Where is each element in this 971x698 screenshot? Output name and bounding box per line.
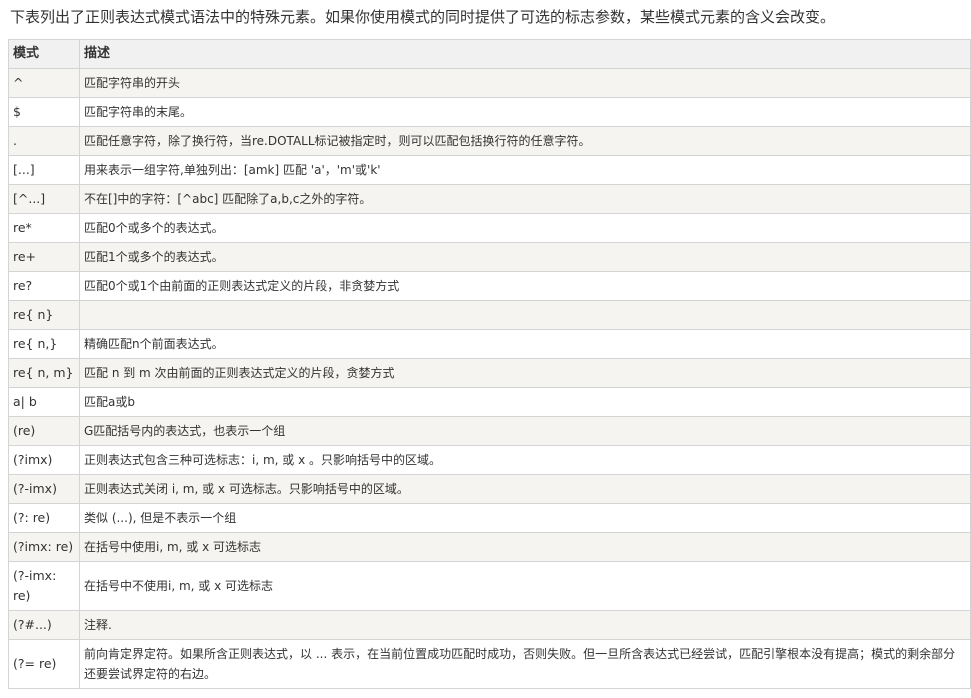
pattern-cell: [^...]: [8, 184, 80, 214]
table-row: ^ 匹配字符串的开头: [8, 68, 971, 98]
description-cell: 精确匹配n个前面表达式。: [79, 329, 971, 359]
table-row: re* 匹配0个或多个的表达式。: [8, 213, 971, 243]
description-cell: 匹配字符串的开头: [79, 68, 971, 98]
table-row: re? 匹配0个或1个由前面的正则表达式定义的片段，非贪婪方式: [8, 271, 971, 301]
description-cell: 匹配a或b: [79, 387, 971, 417]
pattern-cell: re{ n, m}: [8, 358, 80, 388]
pattern-cell: (?: re): [8, 503, 80, 533]
pattern-cell: re+: [8, 242, 80, 272]
header-description: 描述: [79, 39, 971, 69]
pattern-cell: re*: [8, 213, 80, 243]
description-cell: 正则表达式关闭 i, m, 或 x 可选标志。只影响括号中的区域。: [79, 474, 971, 504]
pattern-cell: (re): [8, 416, 80, 446]
pattern-cell: [...]: [8, 155, 80, 185]
pattern-cell: (?imx: re): [8, 532, 80, 562]
description-cell: 在括号中使用i, m, 或 x 可选标志: [79, 532, 971, 562]
description-cell: 在括号中不使用i, m, 或 x 可选标志: [79, 561, 971, 611]
description-cell: 用来表示一组字符,单独列出：[amk] 匹配 'a'，'m'或'k': [79, 155, 971, 185]
table-row: $ 匹配字符串的末尾。: [8, 97, 971, 127]
table-row: (?#...) 注释.: [8, 610, 971, 640]
description-cell: 类似 (...), 但是不表示一个组: [79, 503, 971, 533]
pattern-cell: (?-imx): [8, 474, 80, 504]
description-cell: G匹配括号内的表达式，也表示一个组: [79, 416, 971, 446]
table-row: re{ n, m} 匹配 n 到 m 次由前面的正则表达式定义的片段，贪婪方式: [8, 358, 971, 388]
description-cell: 正则表达式包含三种可选标志：i, m, 或 x 。只影响括号中的区域。: [79, 445, 971, 475]
description-cell: 匹配任意字符，除了换行符，当re.DOTALL标记被指定时，则可以匹配包括换行符…: [79, 126, 971, 156]
table-row: . 匹配任意字符，除了换行符，当re.DOTALL标记被指定时，则可以匹配包括换…: [8, 126, 971, 156]
pattern-cell: re{ n,}: [8, 329, 80, 359]
table-row: (re) G匹配括号内的表达式，也表示一个组: [8, 416, 971, 446]
description-cell: 不在[]中的字符：[^abc] 匹配除了a,b,c之外的字符。: [79, 184, 971, 214]
description-cell: 匹配字符串的末尾。: [79, 97, 971, 127]
pattern-cell: (?#...): [8, 610, 80, 640]
regex-syntax-table: 模式 描述 ^ 匹配字符串的开头 $ 匹配字符串的末尾。 . 匹配任意字符，除了…: [8, 39, 971, 689]
pattern-cell: (?imx): [8, 445, 80, 475]
header-pattern: 模式: [8, 39, 80, 69]
pattern-cell: (?-imx: re): [8, 561, 80, 611]
description-cell: 匹配0个或多个的表达式。: [79, 213, 971, 243]
pattern-cell: .: [8, 126, 80, 156]
table-row: (?-imx: re) 在括号中不使用i, m, 或 x 可选标志: [8, 561, 971, 611]
table-row: (?imx: re) 在括号中使用i, m, 或 x 可选标志: [8, 532, 971, 562]
table-row: (?= re) 前向肯定界定符。如果所含正则表达式，以 ... 表示，在当前位置…: [8, 639, 971, 689]
description-cell: 注释.: [79, 610, 971, 640]
table-row: a| b 匹配a或b: [8, 387, 971, 417]
table-header-row: 模式 描述: [8, 39, 971, 69]
table-row: [^...] 不在[]中的字符：[^abc] 匹配除了a,b,c之外的字符。: [8, 184, 971, 214]
pattern-cell: ^: [8, 68, 80, 98]
pattern-cell: (?= re): [8, 639, 80, 689]
description-cell: 匹配 n 到 m 次由前面的正则表达式定义的片段，贪婪方式: [79, 358, 971, 388]
table-row: re{ n}: [8, 300, 971, 330]
table-row: (?imx) 正则表达式包含三种可选标志：i, m, 或 x 。只影响括号中的区…: [8, 445, 971, 475]
description-cell: 匹配0个或1个由前面的正则表达式定义的片段，非贪婪方式: [79, 271, 971, 301]
description-cell: [79, 300, 971, 330]
pattern-cell: re?: [8, 271, 80, 301]
pattern-cell: re{ n}: [8, 300, 80, 330]
pattern-cell: $: [8, 97, 80, 127]
description-cell: 前向肯定界定符。如果所含正则表达式，以 ... 表示，在当前位置成功匹配时成功，…: [79, 639, 971, 689]
description-cell: 匹配1个或多个的表达式。: [79, 242, 971, 272]
pattern-cell: a| b: [8, 387, 80, 417]
table-row: (?-imx) 正则表达式关闭 i, m, 或 x 可选标志。只影响括号中的区域…: [8, 474, 971, 504]
table-row: [...] 用来表示一组字符,单独列出：[amk] 匹配 'a'，'m'或'k': [8, 155, 971, 185]
table-row: (?: re) 类似 (...), 但是不表示一个组: [8, 503, 971, 533]
intro-text: 下表列出了正则表达式模式语法中的特殊元素。如果你使用模式的同时提供了可选的标志参…: [10, 8, 836, 26]
table-row: re{ n,} 精确匹配n个前面表达式。: [8, 329, 971, 359]
table-row: re+ 匹配1个或多个的表达式。: [8, 242, 971, 272]
